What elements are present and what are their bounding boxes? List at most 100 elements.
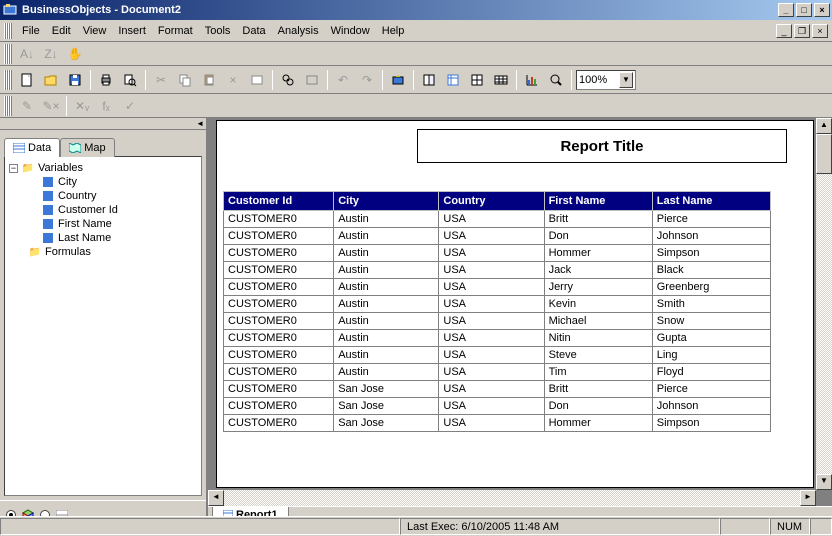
tree-variable-item[interactable]: Country [9,189,197,203]
table-cell[interactable]: Floyd [652,364,770,381]
table-cell[interactable]: Black [652,262,770,279]
table-cell[interactable]: Austin [334,279,439,296]
scroll-left-button[interactable]: ◄ [208,490,224,506]
table-cell[interactable]: USA [439,347,544,364]
table-cell[interactable]: Austin [334,313,439,330]
tree-variable-item[interactable]: Last Name [9,231,197,245]
table-cell[interactable]: CUSTOMER0 [224,398,334,415]
table-cell[interactable]: San Jose [334,398,439,415]
table-row[interactable]: CUSTOMER0AustinUSAMichaelSnow [224,313,771,330]
table-cell[interactable]: Britt [544,381,652,398]
table-cell[interactable]: Greenberg [652,279,770,296]
table-cell[interactable]: USA [439,381,544,398]
column-header[interactable]: Customer Id [224,192,334,211]
hand-tool-button[interactable]: ✋ [64,43,86,65]
table-cell[interactable]: Johnson [652,398,770,415]
table-cell[interactable]: USA [439,313,544,330]
table-row[interactable]: CUSTOMER0AustinUSATimFloyd [224,364,771,381]
table-cell[interactable]: Don [544,228,652,245]
menu-help[interactable]: Help [376,23,411,39]
column-header[interactable]: Last Name [652,192,770,211]
table-cell[interactable]: USA [439,245,544,262]
menu-insert[interactable]: Insert [112,23,152,39]
cut-button[interactable]: ✂ [150,69,172,91]
table-cell[interactable]: Ling [652,347,770,364]
table-cell[interactable]: Simpson [652,245,770,262]
find-button[interactable] [277,69,299,91]
table-cell[interactable]: CUSTOMER0 [224,296,334,313]
table-cell[interactable]: CUSTOMER0 [224,228,334,245]
table-cell[interactable]: Britt [544,211,652,228]
table-cell[interactable]: USA [439,330,544,347]
data-table[interactable]: Customer IdCityCountryFirst NameLast Nam… [223,191,771,432]
menu-format[interactable]: Format [152,23,199,39]
table-row[interactable]: CUSTOMER0AustinUSABrittPierce [224,211,771,228]
table-row[interactable]: CUSTOMER0AustinUSAJerryGreenberg [224,279,771,296]
table-cell[interactable]: CUSTOMER0 [224,381,334,398]
menu-tools[interactable]: Tools [199,23,237,39]
tree-variable-item[interactable]: City [9,175,197,189]
validate-button[interactable]: ✓ [119,95,141,117]
table-cell[interactable]: Pierce [652,381,770,398]
zoom-button[interactable] [545,69,567,91]
tree-panel[interactable]: − 📁 Variables CityCountryCustomer IdFirs… [4,156,202,496]
open-button[interactable] [40,69,62,91]
function-button[interactable]: fₓ [95,95,117,117]
slice-dice-button[interactable] [490,69,512,91]
collapse-sidebar-button[interactable]: ◄ [196,119,204,128]
mdi-minimize-button[interactable]: _ [776,24,792,38]
table-cell[interactable]: CUSTOMER0 [224,245,334,262]
menu-file[interactable]: File [16,23,46,39]
print-preview-button[interactable] [119,69,141,91]
table-cell[interactable]: Steve [544,347,652,364]
new-button[interactable] [16,69,38,91]
table-cell[interactable]: CUSTOMER0 [224,415,334,432]
table-cell[interactable]: Jerry [544,279,652,296]
table-cell[interactable]: USA [439,228,544,245]
table-row[interactable]: CUSTOMER0AustinUSADonJohnson [224,228,771,245]
table-cell[interactable]: USA [439,262,544,279]
sort-desc-button[interactable]: Z↓ [40,43,62,65]
table-row[interactable]: CUSTOMER0AustinUSANitinGupta [224,330,771,347]
table-cell[interactable]: CUSTOMER0 [224,211,334,228]
table-row[interactable]: CUSTOMER0AustinUSAHommerSimpson [224,245,771,262]
table-cell[interactable]: USA [439,279,544,296]
scroll-right-button[interactable]: ► [800,490,816,506]
table-cell[interactable]: Jack [544,262,652,279]
table-cell[interactable]: CUSTOMER0 [224,313,334,330]
table-cell[interactable]: Snow [652,313,770,330]
copy-all-button[interactable] [246,69,268,91]
menu-view[interactable]: View [77,23,113,39]
table-row[interactable]: CUSTOMER0AustinUSASteveLing [224,347,771,364]
tree-variable-item[interactable]: Customer Id [9,203,197,217]
table-row[interactable]: CUSTOMER0AustinUSAKevinSmith [224,296,771,313]
column-header[interactable]: First Name [544,192,652,211]
table-cell[interactable]: Austin [334,245,439,262]
clear-formula-button[interactable]: ✎× [40,95,62,117]
dropdown-icon[interactable]: ▼ [619,72,633,88]
menu-analysis[interactable]: Analysis [272,23,325,39]
table-cell[interactable]: Tim [544,364,652,381]
table-cell[interactable]: CUSTOMER0 [224,262,334,279]
report-title[interactable]: Report Title [417,129,787,163]
maximize-button[interactable]: □ [796,3,812,17]
table-cell[interactable]: Austin [334,211,439,228]
menu-edit[interactable]: Edit [46,23,77,39]
menu-data[interactable]: Data [236,23,271,39]
collapse-icon[interactable]: − [9,164,18,173]
table-cell[interactable]: CUSTOMER0 [224,330,334,347]
paste-button[interactable] [198,69,220,91]
table-row[interactable]: CUSTOMER0San JoseUSADonJohnson [224,398,771,415]
table-cell[interactable]: Don [544,398,652,415]
horizontal-scrollbar[interactable]: ◄ ► [208,490,816,506]
table-cell[interactable]: Michael [544,313,652,330]
tree-variable-item[interactable]: First Name [9,217,197,231]
table-cell[interactable]: USA [439,364,544,381]
scroll-thumb[interactable] [816,134,832,174]
table-cell[interactable]: Austin [334,364,439,381]
table-cell[interactable]: Austin [334,330,439,347]
delete-button[interactable]: × [222,69,244,91]
undo-button[interactable]: ↶ [332,69,354,91]
table-row[interactable]: CUSTOMER0San JoseUSAHommerSimpson [224,415,771,432]
edit-query-button[interactable] [418,69,440,91]
